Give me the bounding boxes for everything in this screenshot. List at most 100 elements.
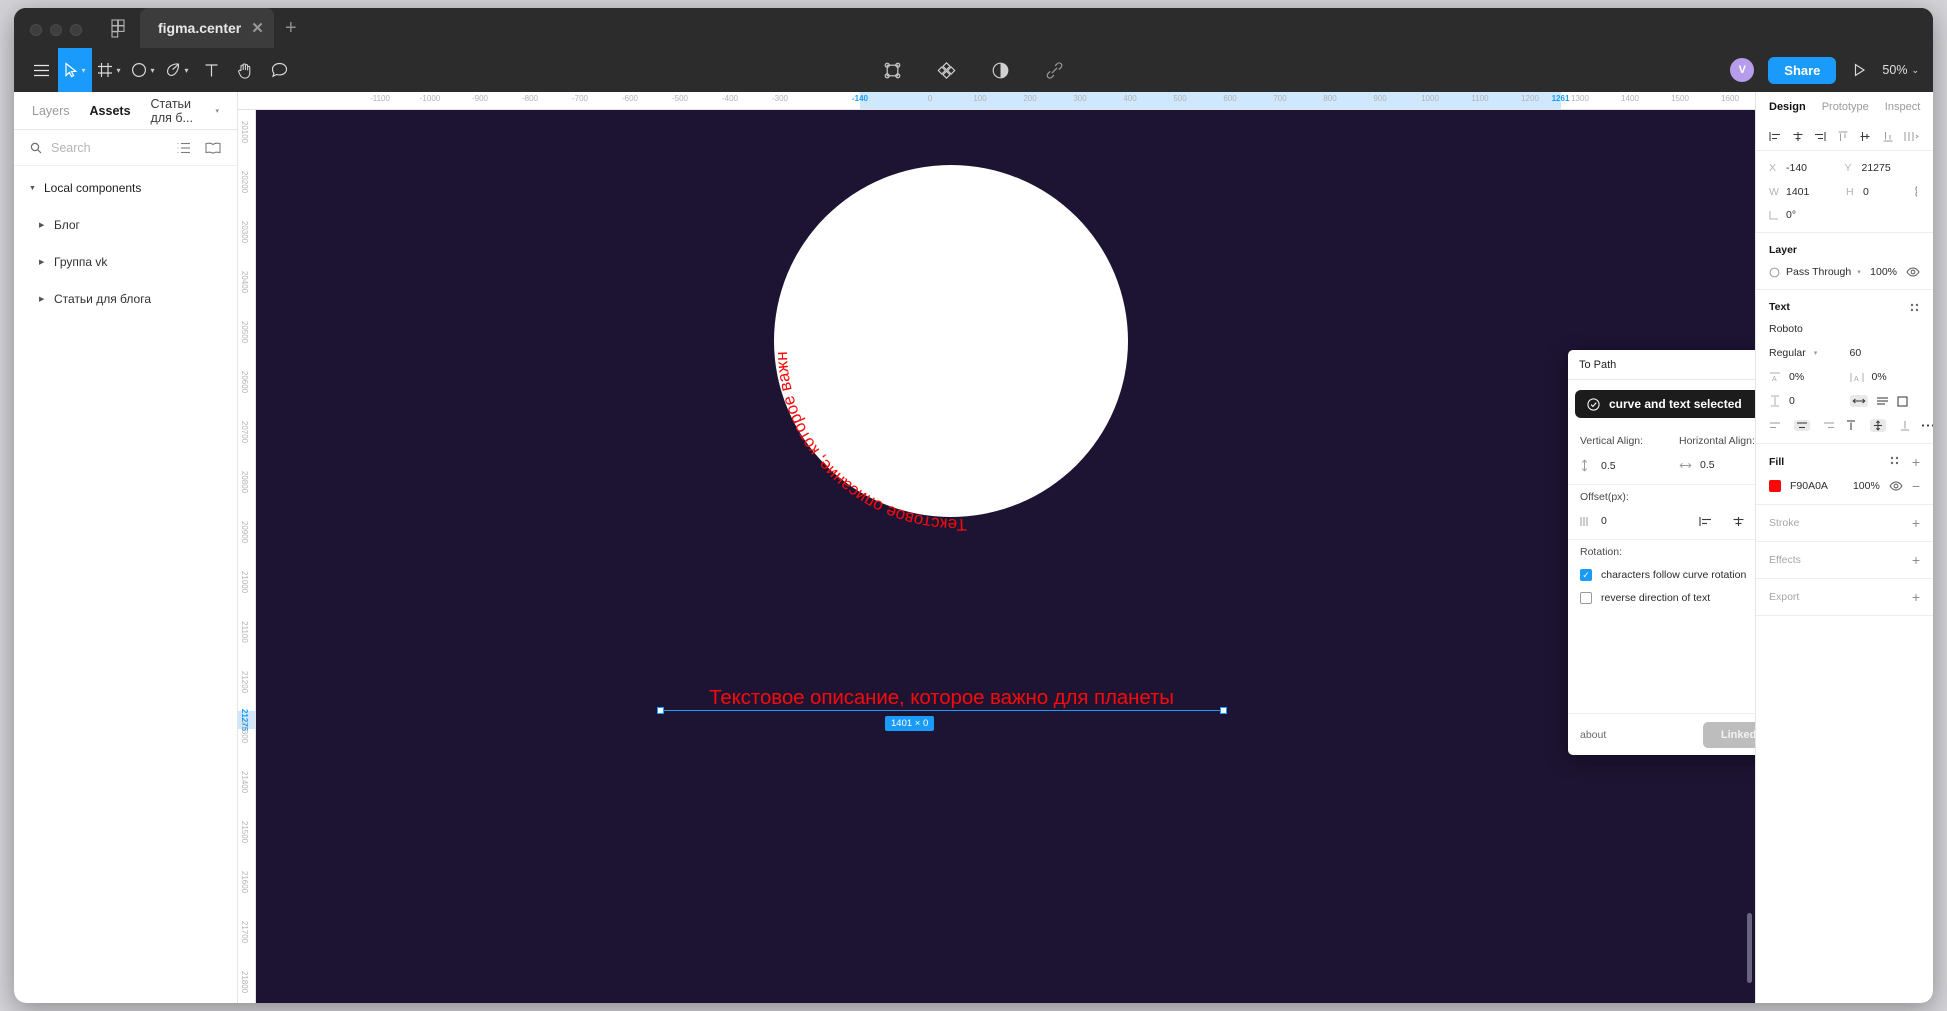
text-settings-icon[interactable]	[1909, 302, 1920, 313]
x-field[interactable]: X -140	[1769, 162, 1845, 174]
align-horizontal-center-icon[interactable]	[1792, 131, 1804, 142]
auto-height-icon[interactable]	[1876, 396, 1889, 406]
align-left-icon[interactable]	[1699, 516, 1712, 527]
link-icon[interactable]	[1038, 48, 1072, 92]
about-link[interactable]: about	[1580, 729, 1606, 741]
h-field[interactable]: H 0	[1846, 186, 1910, 198]
frame-tool[interactable]: ▾	[92, 48, 126, 92]
align-center-icon[interactable]	[1732, 516, 1745, 527]
move-tool[interactable]: ▾	[58, 48, 92, 92]
canvas-scrollbar[interactable]	[1747, 913, 1752, 983]
tab-design[interactable]: Design	[1769, 101, 1806, 113]
h-value[interactable]: 0	[1863, 186, 1869, 198]
align-vertical-center-icon[interactable]	[1859, 131, 1871, 142]
linked-button[interactable]: Linked!	[1702, 721, 1755, 748]
w-value[interactable]: 1401	[1786, 186, 1809, 198]
plugin-icon[interactable]	[930, 48, 964, 92]
close-icon[interactable]: ✕	[251, 21, 264, 36]
font-family-field[interactable]: Roboto	[1769, 323, 1920, 335]
eye-icon[interactable]	[1906, 267, 1920, 277]
maximize-window-button[interactable]	[70, 24, 82, 36]
fill-row[interactable]: F90A0A 100% −	[1769, 479, 1920, 493]
list-item[interactable]: ▶ Блог	[14, 213, 237, 237]
list-view-icon[interactable]	[177, 142, 191, 154]
font-weight-field[interactable]: Regular ▾	[1769, 347, 1840, 359]
list-item[interactable]: ▶ Группа vk	[14, 250, 237, 274]
checkbox-follow-curve[interactable]: ✓ characters follow curve rotation	[1580, 569, 1755, 581]
fixed-size-icon[interactable]	[1896, 395, 1908, 407]
align-bottom-icon[interactable]	[1882, 131, 1894, 142]
layer-opacity-value[interactable]: 100%	[1870, 266, 1897, 278]
search-input[interactable]: Search	[51, 141, 168, 155]
text-valign-bottom-icon[interactable]	[1899, 420, 1911, 431]
text-align-left-icon[interactable]	[1769, 421, 1781, 430]
checkbox-icon[interactable]: ✓	[1580, 569, 1592, 581]
horizontal-align-field[interactable]: 0.5	[1679, 459, 1755, 471]
rotation-field[interactable]: 0°	[1769, 209, 1920, 221]
vertical-align-value[interactable]: 0.5	[1601, 460, 1616, 472]
add-fill-button[interactable]: +	[1912, 455, 1920, 469]
text-tool[interactable]	[194, 48, 228, 92]
close-window-button[interactable]	[30, 24, 42, 36]
main-menu-button[interactable]	[24, 48, 58, 92]
fill-hex-value[interactable]: F90A0A	[1790, 480, 1844, 492]
list-item[interactable]: ▶ Статьи для блога	[14, 287, 237, 311]
library-icon[interactable]	[205, 142, 221, 154]
selection-handle-left[interactable]	[657, 707, 664, 714]
shape-tool[interactable]: ▾	[126, 48, 160, 92]
tab-assets[interactable]: Assets	[90, 104, 131, 118]
remove-fill-button[interactable]: −	[1912, 479, 1920, 493]
align-top-icon[interactable]	[1837, 130, 1849, 142]
x-value[interactable]: -140	[1786, 162, 1807, 174]
add-effect-button[interactable]: +	[1912, 553, 1920, 567]
play-icon[interactable]	[1850, 48, 1868, 92]
text-align-right-icon[interactable]	[1823, 421, 1835, 430]
style-icon[interactable]	[1889, 455, 1900, 469]
link-proportions-icon[interactable]	[1910, 185, 1920, 198]
more-options-icon[interactable]	[1921, 423, 1933, 428]
comment-tool[interactable]	[262, 48, 296, 92]
paragraph-spacing-field[interactable]: A 0%	[1850, 371, 1921, 383]
text-valign-middle-icon[interactable]	[1870, 419, 1886, 432]
new-tab-button[interactable]: +	[274, 8, 308, 48]
blend-mode-selector[interactable]: Pass Through ▾	[1769, 266, 1861, 278]
zoom-level-selector[interactable]: 50% ⌄	[1882, 63, 1919, 77]
distribute-icon[interactable]	[1904, 131, 1920, 142]
add-export-button[interactable]: +	[1912, 590, 1920, 604]
canvas-area[interactable]: -1100 -1000 -900 -800 -700 -600 -500 -400 -300 -1…	[238, 92, 1755, 1003]
window-controls[interactable]	[14, 24, 96, 48]
share-button[interactable]: Share	[1768, 56, 1837, 84]
page-selector[interactable]: Статьи для б... ▾	[151, 97, 219, 125]
fill-color-swatch[interactable]	[1769, 480, 1781, 492]
line-height-field[interactable]: 0	[1769, 395, 1840, 407]
flat-text-object[interactable]: Текстовое описание, которое важно для пл…	[660, 686, 1223, 710]
text-align-center-icon[interactable]	[1794, 420, 1810, 431]
text-valign-top-icon[interactable]	[1845, 420, 1857, 431]
chevron-down-icon[interactable]: ▾	[150, 66, 154, 75]
canvas-stage[interactable]: Текстовое описание, которое важно для пл…	[256, 110, 1755, 1003]
mask-icon[interactable]	[984, 48, 1018, 92]
curved-text-object[interactable]: Текстовое описание, которое важно для пл…	[746, 140, 1166, 560]
w-field[interactable]: W 1401	[1769, 186, 1846, 198]
tab-inspect[interactable]: Inspect	[1885, 101, 1920, 113]
selection-handle-right[interactable]	[1220, 707, 1227, 714]
tree-section-local-components[interactable]: ▼ Local components	[14, 176, 237, 200]
offset-value[interactable]: 0	[1601, 515, 1607, 527]
align-right-icon[interactable]	[1814, 131, 1826, 142]
hand-tool[interactable]	[228, 48, 262, 92]
y-field[interactable]: Y 21275	[1845, 162, 1921, 174]
figma-home-icon[interactable]	[96, 8, 140, 48]
add-stroke-button[interactable]: +	[1912, 516, 1920, 530]
document-tab[interactable]: figma.center ✕	[140, 8, 274, 48]
eye-icon[interactable]	[1889, 481, 1903, 491]
vertical-align-field[interactable]: 0.5	[1580, 459, 1679, 472]
rotation-value[interactable]: 0°	[1786, 209, 1796, 221]
checkbox-reverse-direction[interactable]: reverse direction of text	[1580, 592, 1755, 604]
y-value[interactable]: 21275	[1862, 162, 1891, 174]
checkbox-icon[interactable]	[1580, 592, 1592, 604]
tab-prototype[interactable]: Prototype	[1822, 101, 1869, 113]
minimize-window-button[interactable]	[50, 24, 62, 36]
fill-opacity-value[interactable]: 100%	[1853, 480, 1880, 492]
chevron-down-icon[interactable]: ▾	[184, 66, 188, 75]
tab-layers[interactable]: Layers	[32, 104, 70, 118]
